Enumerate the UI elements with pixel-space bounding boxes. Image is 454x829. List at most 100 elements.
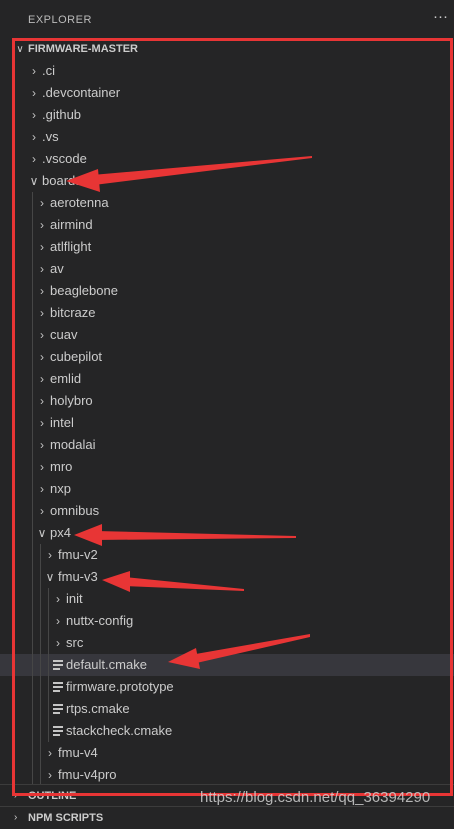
file-tree: › .ci › .devcontainer › .github › .vs › .vscode ∨ b… bbox=[0, 60, 454, 786]
folder-item-fmu-v4pro[interactable]: › fmu-v4pro bbox=[0, 764, 454, 786]
tree-item-label: emlid bbox=[50, 371, 82, 386]
indent-guide bbox=[48, 654, 49, 676]
folder-item-fmu-v2[interactable]: › fmu-v2 bbox=[0, 544, 454, 566]
indent-guide bbox=[32, 764, 33, 786]
chevron-right-icon: › bbox=[32, 152, 36, 166]
folder-item-intel[interactable]: › intel bbox=[0, 412, 454, 434]
indent-guide bbox=[32, 610, 33, 632]
indent-guide bbox=[48, 632, 49, 654]
folder-item-src[interactable]: › src bbox=[0, 632, 454, 654]
indent-guide bbox=[48, 720, 49, 742]
npm-scripts-section-header[interactable]: › NPM SCRIPTS bbox=[0, 806, 454, 828]
indent-guide bbox=[32, 236, 33, 258]
more-actions-icon[interactable]: ··· bbox=[433, 8, 448, 25]
tree-item-label: boards bbox=[42, 173, 82, 188]
chevron-down-icon: ∨ bbox=[37, 526, 47, 540]
folder-item-cubepilot[interactable]: › cubepilot bbox=[0, 346, 454, 368]
file-item-rtps-cmake[interactable]: rtps.cmake bbox=[0, 698, 454, 720]
folder-item-px4[interactable]: ∨ px4 bbox=[0, 522, 454, 544]
folder-item-devcontainer[interactable]: › .devcontainer bbox=[0, 82, 454, 104]
tree-item-label: mro bbox=[50, 459, 73, 474]
indent-guide bbox=[40, 544, 41, 566]
tree-item-label: init bbox=[66, 591, 83, 606]
folder-item-mro[interactable]: › mro bbox=[0, 456, 454, 478]
tree-item-label: modalai bbox=[50, 437, 96, 452]
chevron-down-icon: ∨ bbox=[16, 43, 24, 55]
chevron-right-icon: › bbox=[40, 504, 44, 518]
folder-item-airmind[interactable]: › airmind bbox=[0, 214, 454, 236]
indent-guide bbox=[40, 610, 41, 632]
file-lines-icon bbox=[53, 704, 63, 714]
folder-item-github[interactable]: › .github bbox=[0, 104, 454, 126]
chevron-right-icon: › bbox=[32, 108, 36, 122]
folder-item-nuttx-config[interactable]: › nuttx-config bbox=[0, 610, 454, 632]
chevron-right-icon: › bbox=[56, 636, 60, 650]
chevron-right-icon: › bbox=[40, 438, 44, 452]
folder-item-vs[interactable]: › .vs bbox=[0, 126, 454, 148]
tree-item-label: .github bbox=[42, 107, 82, 122]
folder-item-boards[interactable]: ∨ boards bbox=[0, 170, 454, 192]
chevron-right-icon: › bbox=[56, 614, 60, 628]
tree-item-label: nxp bbox=[50, 481, 71, 496]
folder-item-fmu-v4[interactable]: › fmu-v4 bbox=[0, 742, 454, 764]
tree-item-label: atlflight bbox=[50, 239, 92, 254]
workspace-root[interactable]: ∨ FIRMWARE-MASTER bbox=[0, 38, 454, 60]
folder-item-atlflight[interactable]: › atlflight bbox=[0, 236, 454, 258]
folder-item-modalai[interactable]: › modalai bbox=[0, 434, 454, 456]
chevron-right-icon: › bbox=[14, 790, 18, 801]
folder-item-fmu-v3[interactable]: ∨ fmu-v3 bbox=[0, 566, 454, 588]
tree-item-label: rtps.cmake bbox=[66, 701, 130, 716]
indent-guide bbox=[32, 544, 33, 566]
indent-guide bbox=[32, 478, 33, 500]
tree-item-label: av bbox=[50, 261, 64, 276]
folder-item-cuav[interactable]: › cuav bbox=[0, 324, 454, 346]
folder-item-nxp[interactable]: › nxp bbox=[0, 478, 454, 500]
indent-guide bbox=[32, 280, 33, 302]
folder-item-vscode[interactable]: › .vscode bbox=[0, 148, 454, 170]
indent-guide bbox=[32, 456, 33, 478]
file-item-firmware-prototype[interactable]: firmware.prototype bbox=[0, 676, 454, 698]
outline-section-header[interactable]: › OUTLINE bbox=[0, 784, 454, 806]
indent-guide bbox=[40, 632, 41, 654]
folder-item-emlid[interactable]: › emlid bbox=[0, 368, 454, 390]
explorer-title: EXPLORER bbox=[28, 14, 92, 26]
file-item-stackcheck-cmake[interactable]: stackcheck.cmake bbox=[0, 720, 454, 742]
indent-guide bbox=[32, 258, 33, 280]
tree-item-label: beaglebone bbox=[50, 283, 118, 298]
folder-item-beaglebone[interactable]: › beaglebone bbox=[0, 280, 454, 302]
chevron-right-icon: › bbox=[40, 372, 44, 386]
indent-guide bbox=[32, 346, 33, 368]
chevron-right-icon: › bbox=[40, 240, 44, 254]
folder-item-bitcraze[interactable]: › bitcraze bbox=[0, 302, 454, 324]
indent-guide bbox=[32, 676, 33, 698]
indent-guide bbox=[32, 632, 33, 654]
file-item-default-cmake[interactable]: default.cmake bbox=[0, 654, 454, 676]
indent-guide bbox=[32, 720, 33, 742]
tree-item-label: intel bbox=[50, 415, 74, 430]
chevron-right-icon: › bbox=[40, 262, 44, 276]
indent-guide bbox=[40, 566, 41, 588]
folder-item-ci[interactable]: › .ci bbox=[0, 60, 454, 82]
indent-guide bbox=[32, 434, 33, 456]
workspace-root-label: FIRMWARE-MASTER bbox=[28, 43, 138, 55]
tree-item-label: fmu-v3 bbox=[58, 569, 98, 584]
tree-item-label: .ci bbox=[42, 63, 55, 78]
indent-guide bbox=[32, 412, 33, 434]
folder-item-holybro[interactable]: › holybro bbox=[0, 390, 454, 412]
tree-item-label: stackcheck.cmake bbox=[66, 723, 173, 738]
chevron-down-icon: ∨ bbox=[45, 570, 55, 584]
chevron-right-icon: › bbox=[40, 350, 44, 364]
folder-item-av[interactable]: › av bbox=[0, 258, 454, 280]
indent-guide bbox=[40, 698, 41, 720]
indent-guide bbox=[40, 588, 41, 610]
tree-item-label: bitcraze bbox=[50, 305, 96, 320]
folder-item-omnibus[interactable]: › omnibus bbox=[0, 500, 454, 522]
indent-guide bbox=[40, 742, 41, 764]
tree-item-label: .vs bbox=[42, 129, 59, 144]
indent-guide bbox=[48, 698, 49, 720]
tree-item-label: default.cmake bbox=[66, 657, 147, 672]
chevron-right-icon: › bbox=[40, 482, 44, 496]
tree-item-label: .vscode bbox=[42, 151, 87, 166]
folder-item-init[interactable]: › init bbox=[0, 588, 454, 610]
folder-item-aerotenna[interactable]: › aerotenna bbox=[0, 192, 454, 214]
